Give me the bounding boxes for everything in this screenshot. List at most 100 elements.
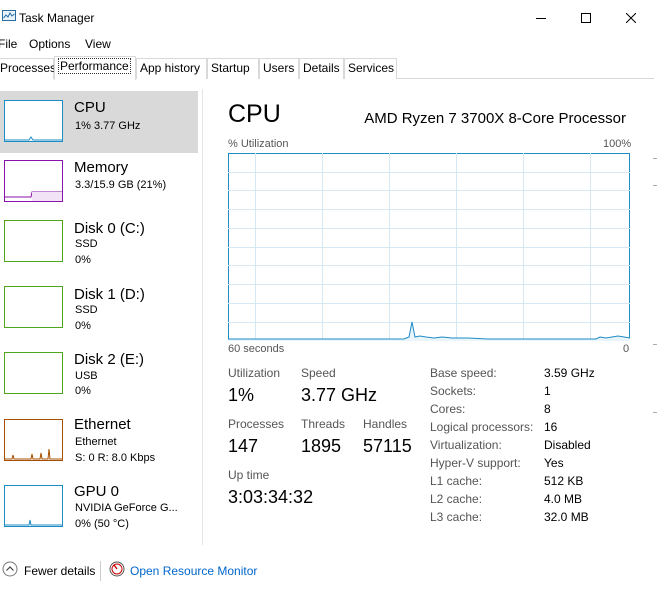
handles-label: Handles: [363, 417, 408, 431]
title-bar[interactable]: Task Manager: [0, 0, 657, 35]
tab-processes-label: Processes: [0, 61, 57, 75]
sidebar-item-disk-1[interactable]: Disk 1 (D:) SSD 0%: [0, 282, 198, 344]
sidebar-item-ethernet[interactable]: Ethernet Ethernet S: 0 R: 8.0 Kbps: [0, 414, 198, 476]
window-edge-tick: [653, 412, 657, 413]
graph-x-label: 60 seconds: [228, 343, 285, 355]
sidebar-item-title: Ethernet: [74, 416, 131, 433]
speed-label: Speed: [301, 366, 336, 380]
sidebar-item-detail: 3.3/15.9 GB (21%): [75, 179, 167, 191]
maximize-button[interactable]: [563, 0, 608, 35]
tab-bar: Processes Performance App history Startu…: [0, 56, 657, 80]
sidebar-item-usage: 0%: [75, 254, 91, 266]
sidebar-item-memory[interactable]: Memory 3.3/15.9 GB (21%): [0, 155, 198, 217]
sidebar-item-title: Disk 2 (E:): [74, 351, 145, 368]
menu-options[interactable]: Options: [29, 37, 70, 51]
fewer-details-button[interactable]: Fewer details: [24, 564, 95, 578]
sidebar-item-usage: S: 0 R: 8.0 Kbps: [75, 452, 156, 464]
sidebar-item-gpu-0[interactable]: GPU 0 NVIDIA GeForce G... 0% (50 °C): [0, 480, 198, 542]
open-resource-monitor-link[interactable]: Open Resource Monitor: [130, 564, 257, 578]
sidebar-divider: [202, 89, 203, 545]
sidebar-item-cpu[interactable]: CPU 1% 3.77 GHz: [0, 91, 198, 153]
sidebar-item-detail: 1% 3.77 GHz: [75, 120, 141, 132]
l3-cache-label: L3 cache:: [430, 510, 483, 524]
sidebar-item-detail: NVIDIA GeForce G...: [75, 502, 178, 514]
disk-2-thumbnail-graph: [4, 352, 63, 394]
graph-y-max-label: 100%: [603, 138, 632, 150]
menu-view[interactable]: View: [85, 37, 111, 51]
footer-separator: [100, 561, 101, 581]
l1-cache-value: 512 KB: [544, 474, 584, 488]
disk-1-thumbnail-graph: [4, 286, 63, 328]
uptime-label: Up time: [228, 468, 270, 482]
logical-processors-value: 16: [544, 420, 558, 434]
resource-sidebar: CPU 1% 3.77 GHz Memory 3.3/15.9 GB (21%)…: [0, 89, 200, 546]
threads-label: Threads: [301, 417, 346, 431]
disk-0-thumbnail-graph: [4, 220, 63, 262]
memory-thumbnail-graph: [4, 160, 63, 202]
l1-cache-label: L1 cache:: [430, 474, 483, 488]
sidebar-item-detail: SSD: [75, 238, 98, 250]
minimize-button[interactable]: [518, 0, 563, 35]
threads-value: 1895: [301, 436, 342, 456]
window-edge-tick: [653, 185, 657, 186]
virtualization-label: Virtualization:: [430, 438, 502, 452]
cpu-utilization-graph: [228, 153, 630, 341]
speed-value: 3.77 GHz: [301, 385, 378, 405]
tab-services-label: Services: [348, 61, 395, 75]
tab-performance-label: Performance: [58, 58, 131, 74]
handles-value: 57115: [363, 436, 412, 456]
sidebar-item-title: CPU: [74, 99, 106, 116]
chevron-up-icon[interactable]: [2, 561, 18, 577]
cpu-thumbnail-graph: [4, 100, 63, 142]
l3-cache-value: 32.0 MB: [544, 510, 589, 524]
ethernet-thumbnail-graph: [4, 419, 63, 461]
virtualization-value: Disabled: [544, 438, 591, 452]
tab-performance[interactable]: Performance: [54, 56, 136, 80]
cpu-model-name: AMD Ryzen 7 3700X 8-Core Processor: [364, 110, 626, 127]
base-speed-value: 3.59 GHz: [544, 366, 595, 380]
cores-value: 8: [544, 402, 551, 416]
sidebar-item-usage: 0%: [75, 385, 91, 397]
sidebar-item-title: Disk 0 (C:): [74, 220, 145, 237]
cores-label: Cores:: [430, 402, 466, 416]
tab-processes[interactable]: Processes: [0, 58, 57, 79]
graph-y-label: % Utilization: [228, 138, 289, 150]
resource-monitor-icon[interactable]: [109, 561, 125, 577]
close-button[interactable]: [608, 0, 653, 35]
utilization-value: 1%: [228, 385, 255, 405]
tab-services[interactable]: Services: [344, 58, 397, 79]
tab-app-history-label: App history: [140, 61, 201, 75]
sockets-value: 1: [544, 384, 551, 398]
tab-users-label: Users: [263, 61, 295, 75]
window-edge-tick: [653, 344, 657, 345]
tab-details[interactable]: Details: [299, 58, 344, 79]
tab-users[interactable]: Users: [259, 58, 299, 79]
sidebar-item-usage: 0%: [75, 320, 91, 332]
l2-cache-value: 4.0 MB: [544, 492, 583, 506]
processes-value: 147: [228, 436, 259, 456]
maximize-icon: [580, 12, 591, 23]
sidebar-item-title: Disk 1 (D:): [74, 286, 145, 303]
sidebar-item-detail: Ethernet: [75, 436, 117, 448]
gpu-thumbnail-graph: [4, 485, 63, 527]
sidebar-item-disk-0[interactable]: Disk 0 (C:) SSD 0%: [0, 216, 198, 278]
menu-bar: File Options View: [0, 35, 657, 55]
utilization-label: Utilization: [228, 366, 281, 380]
logical-processors-label: Logical processors:: [430, 420, 534, 434]
sockets-label: Sockets:: [430, 384, 477, 398]
sidebar-item-detail: SSD: [75, 304, 98, 316]
window-edge-tick: [653, 158, 657, 159]
tab-app-history[interactable]: App history: [136, 58, 207, 79]
base-speed-label: Base speed:: [430, 366, 497, 380]
minimize-icon: [535, 17, 546, 19]
uptime-value: 3:03:34:32: [228, 487, 314, 507]
menu-file[interactable]: File: [0, 37, 17, 51]
tab-startup[interactable]: Startup: [207, 58, 259, 79]
sidebar-item-disk-2[interactable]: Disk 2 (E:) USB 0%: [0, 348, 198, 410]
processes-label: Processes: [228, 417, 285, 431]
close-icon: [625, 12, 636, 23]
page-title: CPU: [228, 100, 281, 128]
footer-bar: Fewer details Open Resource Monitor: [0, 558, 657, 584]
task-manager-icon: [2, 10, 16, 21]
tab-startup-label: Startup: [211, 61, 250, 75]
